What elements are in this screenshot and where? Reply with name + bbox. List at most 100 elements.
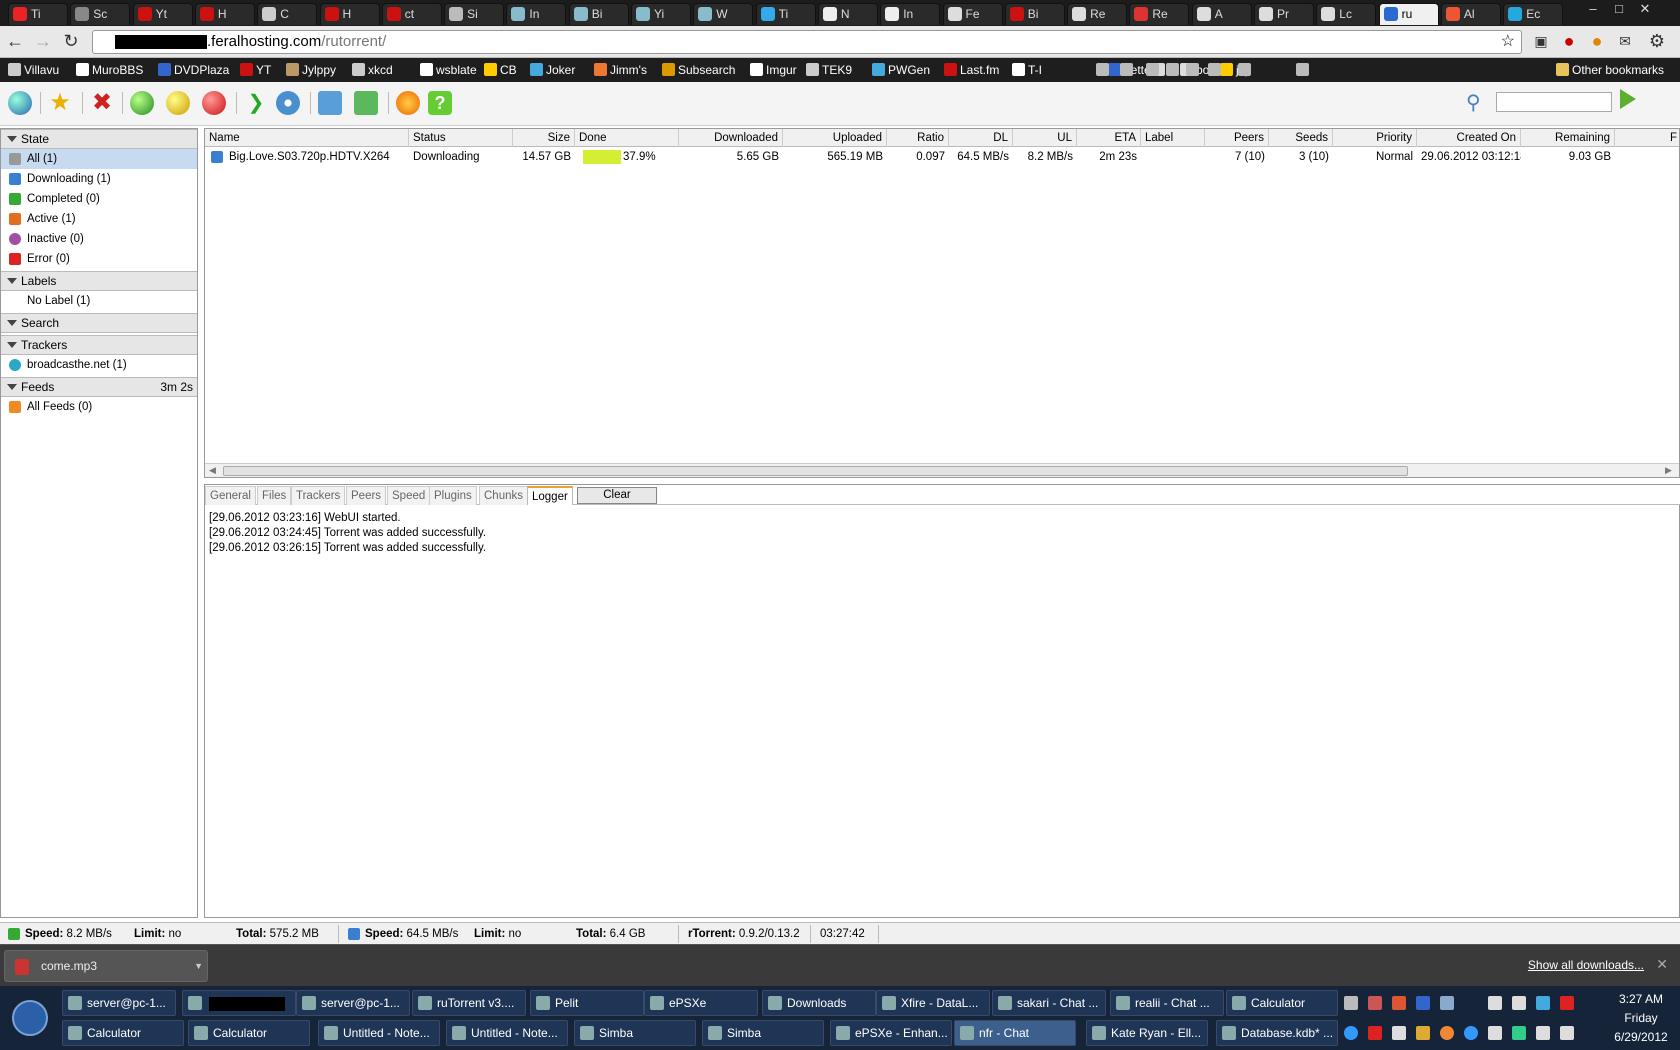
- tab-chunks[interactable]: Chunks: [479, 486, 528, 505]
- browser-tab[interactable]: Pr: [1254, 3, 1314, 25]
- taskbar-button[interactable]: realii - Chat ...: [1110, 990, 1224, 1016]
- browser-tab[interactable]: A: [1191, 3, 1252, 25]
- network-icon[interactable]: [1536, 1026, 1550, 1040]
- bookmark-item[interactable]: CB: [484, 62, 517, 78]
- browser-tab[interactable]: In: [880, 3, 941, 25]
- bookmark-item[interactable]: Last.fm: [944, 62, 999, 78]
- browser-tab[interactable]: Ti: [8, 3, 68, 25]
- plugin-icon[interactable]: [396, 91, 420, 115]
- col-ratio[interactable]: Ratio: [887, 129, 949, 147]
- browser-tab[interactable]: Re: [1129, 3, 1190, 25]
- state-item-error[interactable]: Error (0): [1, 249, 197, 269]
- address-bar[interactable]: .feralhosting.com/rutorrent/ ☆: [92, 30, 1522, 54]
- bookmark-icon[interactable]: [1146, 63, 1159, 76]
- tray-icon[interactable]: [1512, 996, 1526, 1010]
- browser-tab[interactable]: ct: [381, 3, 442, 25]
- state-item-all[interactable]: All (1): [1, 149, 197, 169]
- download-limit[interactable]: Limit: no: [474, 923, 521, 945]
- browser-tab[interactable]: ru: [1378, 3, 1439, 25]
- taskbar-button[interactable]: Calculator: [1226, 990, 1338, 1016]
- browser-tab[interactable]: Fe: [942, 3, 1003, 25]
- col-created[interactable]: Created On: [1417, 129, 1521, 147]
- clear-log-button[interactable]: Clear: [577, 487, 657, 504]
- bookmark-item[interactable]: Joker: [530, 62, 575, 78]
- add-torrent-url-icon[interactable]: [8, 91, 32, 115]
- tray-icon[interactable]: [1392, 996, 1406, 1010]
- browser-tab[interactable]: Sc: [70, 3, 131, 25]
- state-item-active[interactable]: Active (1): [1, 209, 197, 229]
- col-extra[interactable]: F: [1615, 129, 1679, 147]
- bookmark-item[interactable]: DVDPlaza: [158, 62, 229, 78]
- horizontal-scrollbar[interactable]: ◀ ▶: [205, 463, 1679, 477]
- tray-icon[interactable]: [1416, 996, 1430, 1010]
- taskbar-button[interactable]: Database.kdb* ...: [1216, 1020, 1338, 1046]
- label-item-nolabel[interactable]: No Label (1): [1, 291, 197, 311]
- labels-header[interactable]: Labels: [1, 271, 197, 291]
- rss-icon[interactable]: ❯: [244, 91, 268, 115]
- adblock-icon[interactable]: ●: [1558, 32, 1580, 52]
- tab-logger[interactable]: Logger: [527, 486, 573, 505]
- col-dl[interactable]: DL: [949, 129, 1013, 147]
- tray-icon[interactable]: [1536, 996, 1550, 1010]
- tray-icon[interactable]: [1464, 1026, 1478, 1040]
- extension-icon[interactable]: ●: [1586, 32, 1608, 52]
- state-item-completed[interactable]: Completed (0): [1, 189, 197, 209]
- taskbar-button[interactable]: sakari - Chat ...: [992, 990, 1106, 1016]
- taskbar-button[interactable]: [182, 990, 296, 1016]
- scroll-left-icon[interactable]: ◀: [209, 465, 216, 476]
- browser-tab[interactable]: C: [257, 3, 318, 25]
- bookmark-item[interactable]: YT: [240, 62, 271, 78]
- browser-tab[interactable]: Yt: [132, 3, 193, 25]
- browser-tab[interactable]: Ec: [1503, 3, 1564, 25]
- trackers-header[interactable]: Trackers: [1, 335, 197, 355]
- search-header[interactable]: Search: [1, 313, 197, 333]
- settings-gear-icon[interactable]: [276, 91, 300, 115]
- upload-limit[interactable]: Limit: no: [134, 923, 181, 945]
- bookmark-item[interactable]: MuroBBS: [76, 62, 143, 78]
- browser-tab[interactable]: In: [506, 3, 567, 25]
- tab-peers[interactable]: Peers: [346, 486, 387, 505]
- browser-tab[interactable]: N: [817, 3, 878, 25]
- bookmark-icon[interactable]: [1208, 63, 1221, 76]
- taskbar-button[interactable]: Downloads: [762, 990, 876, 1016]
- close-window-button[interactable]: ✕: [1632, 0, 1658, 18]
- layout-icon[interactable]: [318, 91, 342, 115]
- bookmark-icon[interactable]: [1296, 63, 1309, 76]
- bookmark-icon[interactable]: [1166, 63, 1179, 76]
- stop-icon[interactable]: [202, 91, 226, 115]
- mail-icon[interactable]: ✉: [1614, 32, 1636, 52]
- tab-trackers[interactable]: Trackers: [291, 486, 346, 505]
- remove-icon[interactable]: ✖: [90, 91, 114, 115]
- browser-tab[interactable]: Bi: [1004, 3, 1065, 25]
- taskbar-button[interactable]: Untitled - Note...: [318, 1020, 440, 1046]
- tray-icon[interactable]: [1488, 996, 1502, 1010]
- col-eta[interactable]: ETA: [1077, 129, 1141, 147]
- browser-tab[interactable]: Bi: [568, 3, 629, 25]
- tray-icon[interactable]: [1416, 1026, 1430, 1040]
- browser-tab[interactable]: W: [693, 3, 754, 25]
- minimize-button[interactable]: –: [1580, 0, 1606, 18]
- col-done[interactable]: Done: [575, 129, 679, 147]
- col-name[interactable]: Name: [205, 129, 409, 147]
- tray-icon[interactable]: [1560, 996, 1574, 1010]
- taskbar-button[interactable]: Simba: [574, 1020, 696, 1046]
- forward-button[interactable]: →: [32, 32, 54, 52]
- tray-icon[interactable]: [1488, 1026, 1502, 1040]
- tray-icon[interactable]: [1344, 1026, 1358, 1040]
- start-button[interactable]: [12, 1000, 48, 1036]
- torrent-search-input[interactable]: [1496, 92, 1612, 112]
- bookmark-item[interactable]: wsblate: [420, 62, 477, 78]
- browser-tab[interactable]: Ti: [755, 3, 816, 25]
- reload-button[interactable]: ↻: [60, 32, 82, 52]
- taskbar-button[interactable]: Untitled - Note...: [446, 1020, 568, 1046]
- browser-tab[interactable]: Al: [1440, 3, 1501, 25]
- pause-icon[interactable]: [166, 91, 190, 115]
- col-downloaded[interactable]: Downloaded: [679, 129, 783, 147]
- tab-plugins[interactable]: Plugins: [429, 486, 477, 505]
- col-size[interactable]: Size: [513, 129, 575, 147]
- tray-icon[interactable]: [1440, 996, 1454, 1010]
- taskbar-button[interactable]: Xfire - DataL...: [876, 990, 990, 1016]
- taskbar-button[interactable]: Calculator: [188, 1020, 310, 1046]
- state-item-downloading[interactable]: Downloading (1): [1, 169, 197, 189]
- taskbar-button[interactable]: server@pc-1...: [296, 990, 410, 1016]
